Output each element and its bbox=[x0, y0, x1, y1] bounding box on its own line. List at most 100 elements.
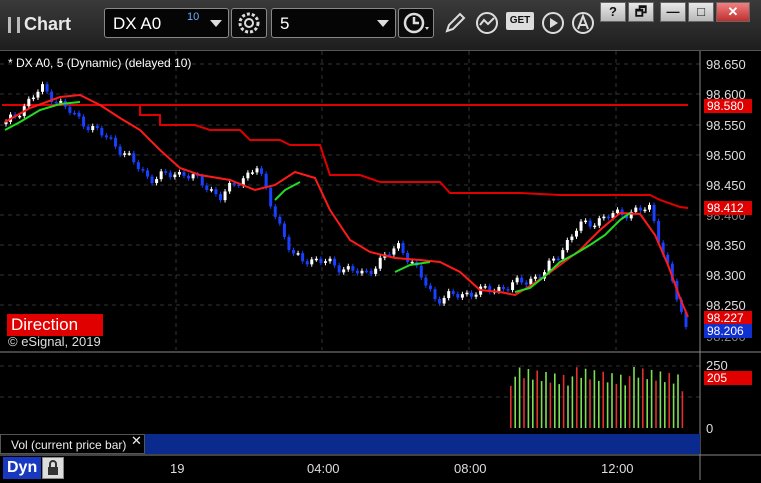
volume-study-label[interactable]: Vol (current price bar) bbox=[0, 434, 145, 454]
alert-icon[interactable] bbox=[570, 10, 596, 36]
candle-body bbox=[406, 252, 410, 262]
candle-body bbox=[346, 266, 350, 270]
candle-body bbox=[638, 207, 642, 211]
candle-body bbox=[483, 286, 487, 288]
candle-body bbox=[433, 289, 437, 300]
candle-body bbox=[250, 172, 254, 174]
interval-combo[interactable]: 5 bbox=[271, 8, 396, 38]
candle-body bbox=[91, 126, 95, 131]
get-data-button[interactable]: GET bbox=[506, 12, 534, 30]
candle-body bbox=[132, 153, 136, 163]
candle-body bbox=[579, 221, 583, 231]
volume-bar bbox=[576, 367, 578, 428]
candle-body bbox=[606, 216, 610, 219]
app-title: Chart bbox=[8, 14, 71, 35]
minimize-button[interactable]: — bbox=[660, 2, 686, 22]
candle-body bbox=[260, 168, 264, 174]
candle-body bbox=[355, 270, 359, 274]
candle-body bbox=[118, 146, 122, 155]
pencil-icon[interactable] bbox=[442, 10, 468, 36]
candle-body bbox=[159, 171, 163, 180]
candle-body bbox=[150, 176, 154, 184]
candle-body bbox=[228, 183, 232, 192]
symbol-combo[interactable]: DX A0 10 bbox=[104, 8, 229, 38]
volume-bar bbox=[628, 376, 631, 428]
candle-body bbox=[465, 292, 469, 295]
direction-badge: Direction bbox=[7, 314, 103, 336]
candle-body bbox=[141, 169, 145, 171]
grip-icon[interactable] bbox=[8, 16, 20, 33]
candle-body bbox=[27, 98, 31, 107]
candle-body bbox=[319, 258, 323, 263]
candles bbox=[4, 81, 688, 330]
slow-ma-line bbox=[274, 181, 301, 201]
candle-body bbox=[438, 299, 442, 304]
volume-bar bbox=[650, 369, 653, 428]
volume-bar bbox=[567, 385, 569, 428]
time-tick: 12:00 bbox=[601, 461, 634, 476]
chevron-down-icon[interactable] bbox=[210, 20, 222, 27]
volume-bar bbox=[624, 385, 626, 428]
time-tick: 08:00 bbox=[454, 461, 487, 476]
volume-bar bbox=[554, 373, 556, 428]
play-icon[interactable] bbox=[540, 10, 566, 36]
volume-bar bbox=[527, 368, 530, 428]
dynamic-mode-button[interactable]: Dyn bbox=[3, 457, 42, 479]
volume-bar bbox=[545, 371, 547, 428]
time-button[interactable] bbox=[398, 8, 434, 38]
volume-bar bbox=[593, 370, 596, 428]
candle-body bbox=[602, 216, 606, 219]
candle-body bbox=[561, 250, 565, 259]
price-tick: 98.650 bbox=[706, 57, 746, 72]
volume-bar bbox=[659, 371, 662, 428]
lock-button[interactable] bbox=[42, 457, 64, 479]
candle-body bbox=[588, 220, 592, 227]
help-button[interactable]: ? bbox=[600, 2, 626, 22]
chart-legend: * DX A0, 5 (Dynamic) (delayed 10) bbox=[8, 56, 192, 70]
volume-bar bbox=[620, 374, 622, 428]
candle-body bbox=[278, 216, 282, 224]
candle-body bbox=[524, 282, 528, 285]
candle-body bbox=[232, 183, 236, 185]
price-tag-resistance: 98.580 bbox=[704, 99, 752, 113]
candle-body bbox=[86, 126, 90, 131]
candle-body bbox=[392, 248, 396, 255]
volume-bar bbox=[655, 380, 657, 428]
candle-body bbox=[164, 171, 168, 173]
close-icon[interactable]: ✕ bbox=[131, 433, 142, 449]
volume-bar bbox=[668, 372, 670, 428]
candle-body bbox=[177, 172, 181, 175]
candle-body bbox=[314, 258, 318, 261]
volume-bar bbox=[584, 368, 587, 428]
volume-bar bbox=[549, 382, 552, 428]
price-tag-ma: 98.227 bbox=[704, 311, 752, 325]
volume-bar bbox=[611, 373, 613, 428]
lock-icon bbox=[48, 460, 58, 475]
candle-body bbox=[214, 189, 218, 195]
study-icon[interactable] bbox=[474, 10, 500, 36]
volume-bar bbox=[571, 376, 574, 428]
price-tick: 98.550 bbox=[706, 118, 746, 133]
close-button[interactable]: ✕ bbox=[716, 2, 750, 22]
settings-button[interactable] bbox=[231, 8, 267, 38]
candle-body bbox=[100, 127, 104, 136]
clock-icon bbox=[403, 12, 429, 34]
price-chart[interactable] bbox=[0, 51, 761, 481]
candle-body bbox=[218, 194, 222, 201]
volume-tag: 205 bbox=[704, 371, 752, 385]
upper-channel-line bbox=[100, 104, 689, 209]
candle-body bbox=[634, 207, 638, 212]
candle-body bbox=[533, 276, 537, 279]
candle-body bbox=[556, 258, 560, 261]
maximize-button[interactable]: □ bbox=[688, 2, 714, 22]
volume-bar bbox=[637, 377, 640, 428]
candle-body bbox=[36, 91, 40, 98]
chevron-down-icon[interactable] bbox=[377, 20, 389, 27]
candle-body bbox=[255, 168, 259, 173]
candle-body bbox=[95, 126, 99, 128]
candle-body bbox=[323, 261, 327, 263]
symbol-value: DX A0 bbox=[113, 14, 162, 33]
candle-body bbox=[470, 292, 474, 297]
restore-button[interactable]: 🗗 bbox=[628, 2, 654, 22]
candle-body bbox=[104, 135, 108, 138]
